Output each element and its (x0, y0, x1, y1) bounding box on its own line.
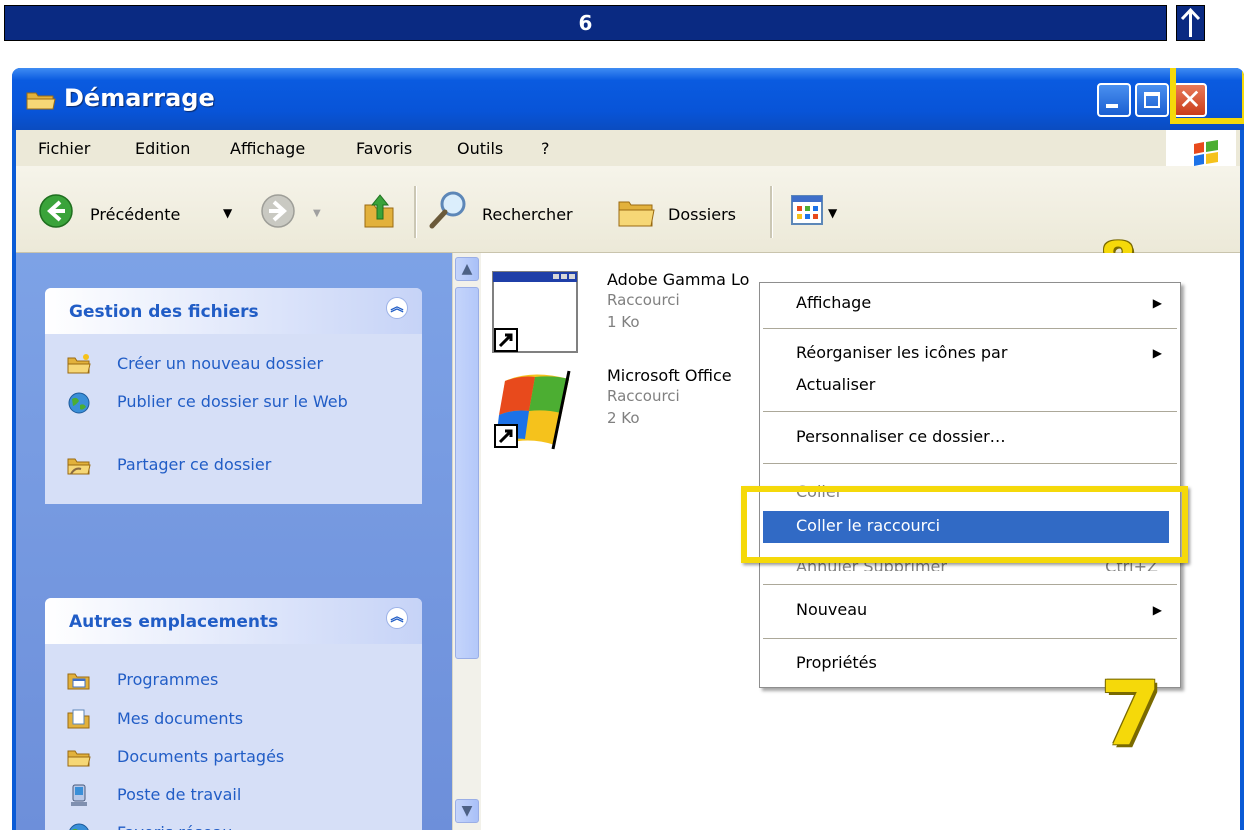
minimize-button[interactable] (1097, 83, 1131, 117)
task-pane: Gestion des fichiers ︽ Créer un nouveau … (16, 253, 452, 830)
file-size: 2 Ko (607, 409, 640, 427)
toolbar: Précédente ▼ ▼ Rechercher Dossiers ▼ (16, 166, 1240, 292)
ctx-customize[interactable]: Personnaliser ce dossier… (760, 421, 1180, 455)
collapse-icon[interactable]: ︽ (386, 607, 408, 629)
globe-icon (67, 391, 91, 414)
folders-button-label[interactable]: Dossiers (668, 205, 736, 224)
ctx-label: Actualiser (796, 375, 876, 394)
step-7-label: 7 (1100, 662, 1162, 765)
folder-icon (67, 746, 91, 768)
other-places-header[interactable]: Autres emplacements ︽ (45, 598, 422, 644)
back-dropdown-icon[interactable]: ▼ (223, 206, 232, 220)
scroll-thumb[interactable] (455, 287, 479, 659)
toolbar-separator (770, 186, 773, 238)
other-places-title: Autres emplacements (69, 612, 279, 632)
network-icon (67, 822, 91, 830)
menu-favoris[interactable]: Favoris (356, 139, 412, 158)
menu-separator (763, 584, 1177, 585)
menu-bar: Fichier Edition Affichage Favoris Outils… (16, 130, 1240, 167)
forward-arrow-icon[interactable] (260, 193, 296, 229)
views-icon[interactable] (790, 194, 824, 226)
office-shortcut-icon (491, 365, 581, 455)
windows-logo-icon (1166, 130, 1236, 166)
step-number: 6 (578, 11, 593, 35)
submenu-arrow-icon: ▶ (1152, 296, 1162, 310)
vertical-scrollbar[interactable]: ▲ ▼ (452, 253, 482, 830)
programs-folder-icon (67, 669, 91, 691)
ctx-label: Réorganiser les icônes par (796, 343, 1008, 362)
file-tasks-header[interactable]: Gestion des fichiers ︽ (45, 288, 422, 334)
place-label: Programmes (117, 670, 219, 689)
menu-separator (763, 328, 1177, 329)
collapse-icon[interactable]: ︽ (386, 297, 408, 319)
scroll-down-icon[interactable]: ▼ (455, 799, 479, 823)
new-folder-icon (67, 353, 91, 375)
file-tasks-title: Gestion des fichiers (69, 302, 259, 322)
place-label: Mes documents (117, 709, 244, 728)
my-documents-icon (67, 708, 91, 730)
window-title: Démarrage (64, 84, 215, 112)
folder-icon (26, 90, 56, 110)
file-tasks-panel: Gestion des fichiers ︽ Créer un nouveau … (45, 288, 422, 504)
menu-help[interactable]: ? (541, 139, 550, 158)
other-places-panel: Autres emplacements ︽ Programmes Mes doc… (45, 598, 422, 830)
file-name: Adobe Gamma Lo (607, 270, 750, 289)
submenu-arrow-icon: ▶ (1152, 346, 1162, 360)
menu-edition[interactable]: Edition (135, 139, 190, 158)
ctx-refresh[interactable]: Actualiser (760, 371, 1180, 401)
close-button-highlight (1170, 68, 1244, 124)
forward-dropdown-icon[interactable]: ▼ (313, 208, 321, 219)
minimize-icon (1106, 104, 1118, 108)
folders-icon[interactable] (616, 192, 656, 232)
title-bar[interactable]: Démarrage ✕ (12, 68, 1244, 130)
place-label: Favoris réseau (117, 822, 397, 830)
task-label: Créer un nouveau dossier (117, 354, 324, 373)
maximize-button[interactable] (1135, 83, 1169, 117)
place-label: Poste de travail (117, 785, 242, 804)
task-label: Publier ce dossier sur le Web (117, 392, 348, 411)
menu-separator (763, 411, 1177, 412)
toolbar-separator (414, 186, 417, 238)
application-shortcut-icon (491, 269, 581, 359)
search-icon[interactable] (426, 188, 470, 232)
up-arrow-icon[interactable] (1176, 5, 1205, 41)
file-type: Raccourci (607, 387, 680, 405)
menu-separator (763, 463, 1177, 464)
ctx-label: Affichage (796, 293, 872, 312)
maximize-icon (1144, 92, 1160, 108)
file-size: 1 Ko (607, 313, 640, 331)
submenu-arrow-icon: ▶ (1152, 603, 1162, 617)
search-button-label[interactable]: Rechercher (482, 205, 573, 224)
back-button-label[interactable]: Précédente (90, 205, 180, 224)
back-arrow-icon[interactable] (38, 193, 74, 229)
views-dropdown-icon[interactable]: ▼ (828, 206, 837, 220)
ctx-label: Personnaliser ce dossier… (796, 427, 1006, 446)
scroll-up-icon[interactable]: ▲ (455, 257, 479, 281)
computer-icon (67, 784, 91, 806)
ctx-arrange-icons[interactable]: Réorganiser les icônes par ▶ (760, 337, 1180, 371)
file-name: Microsoft Office (607, 366, 732, 385)
paste-shortcut-highlight (741, 486, 1188, 563)
place-label: Documents partagés (117, 747, 285, 766)
context-menu: Affichage ▶ Réorganiser les icônes par ▶… (759, 282, 1181, 688)
menu-outils[interactable]: Outils (457, 139, 503, 158)
up-folder-icon[interactable] (362, 191, 398, 231)
task-label: Partager ce dossier (117, 455, 272, 474)
shared-folder-icon (67, 454, 91, 476)
menu-affichage[interactable]: Affichage (230, 139, 305, 158)
file-type: Raccourci (607, 291, 680, 309)
ctx-label: Nouveau (796, 600, 868, 619)
menu-separator (763, 638, 1177, 639)
ctx-label: Propriétés (796, 653, 877, 672)
ctx-new[interactable]: Nouveau ▶ (760, 594, 1180, 628)
ctx-view[interactable]: Affichage ▶ (760, 287, 1180, 321)
step-banner: 6 (4, 5, 1167, 41)
menu-fichier[interactable]: Fichier (38, 139, 90, 158)
